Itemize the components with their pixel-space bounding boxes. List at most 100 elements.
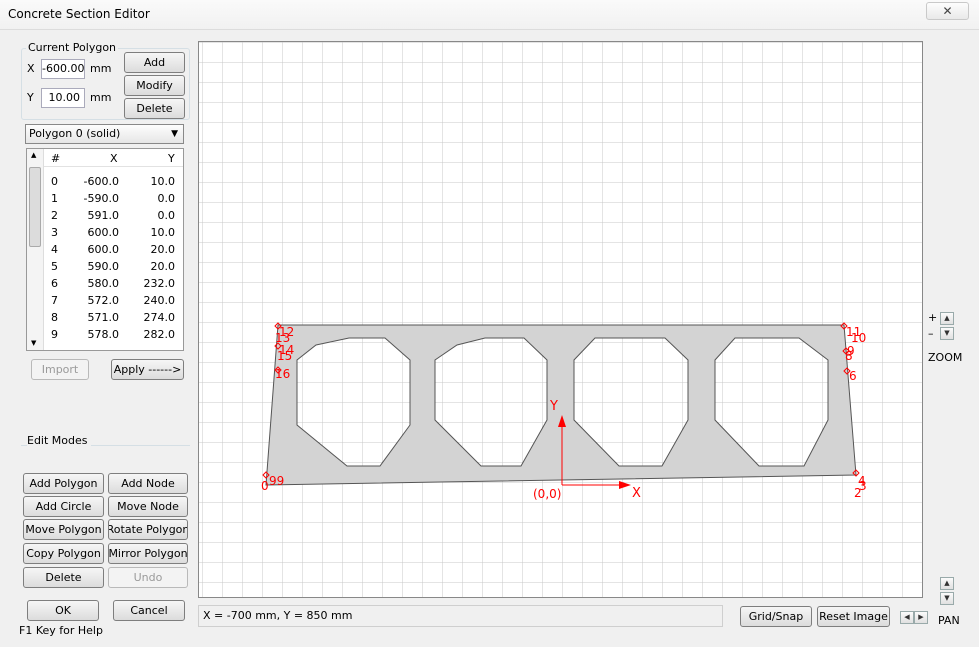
node-table-scrollbar[interactable]: ▲ ▼ xyxy=(27,149,44,350)
node-label: 8 xyxy=(845,349,853,363)
move-node-button[interactable]: Move Node xyxy=(108,496,188,517)
table-row[interactable]: 2 591.0 0.0 xyxy=(44,209,183,226)
table-row[interactable]: 7 572.0 240.0 xyxy=(44,294,183,311)
zoom-minus-label: – xyxy=(928,327,934,340)
row-x: 591.0 xyxy=(87,209,120,222)
add-polygon-button[interactable]: Add Polygon xyxy=(23,473,104,494)
x-axis-label: X xyxy=(632,486,641,501)
node-label: 0 xyxy=(261,479,269,493)
polygon-select[interactable]: Polygon 0 (solid) ▼ xyxy=(25,124,184,144)
arrow-down-icon: ▼ xyxy=(944,329,950,337)
table-row[interactable]: 8 571.0 274.0 xyxy=(44,311,183,328)
zoom-label: ZOOM xyxy=(928,351,963,364)
window-title: Concrete Section Editor xyxy=(8,7,150,21)
row-index: 7 xyxy=(51,294,58,307)
node-label: 99 xyxy=(269,474,284,488)
table-row[interactable]: 4 600.0 20.0 xyxy=(44,243,183,260)
add-node-value-button[interactable]: Add xyxy=(124,52,185,73)
help-hint: F1 Key for Help xyxy=(19,624,103,637)
node-label: 2 xyxy=(854,486,862,500)
section-drawing[interactable]: Y X (0,0) 12 13 14 15 16 0 99 11 10 9 8 … xyxy=(199,42,922,597)
polygon-select-value: Polygon 0 (solid) xyxy=(29,127,121,140)
row-y: 0.0 xyxy=(157,209,176,222)
arrow-left-icon: ◀ xyxy=(904,613,910,621)
row-x: -590.0 xyxy=(83,192,119,205)
header-y: Y xyxy=(168,152,175,165)
add-circle-button[interactable]: Add Circle xyxy=(23,496,104,517)
scrollbar-thumb[interactable] xyxy=(29,167,41,247)
table-row[interactable]: 5 590.0 20.0 xyxy=(44,260,183,277)
row-x: 572.0 xyxy=(87,294,120,307)
row-y: 282.0 xyxy=(143,328,176,341)
node-label: 16 xyxy=(275,367,290,381)
row-index: 5 xyxy=(51,260,58,273)
copy-polygon-button[interactable]: Copy Polygon xyxy=(23,543,104,564)
node-label: 10 xyxy=(851,331,866,345)
node-label: 15 xyxy=(277,349,292,363)
table-row[interactable]: 3 600.0 10.0 xyxy=(44,226,183,243)
row-x: 578.0 xyxy=(87,328,120,341)
row-index: 0 xyxy=(51,175,58,188)
cancel-button[interactable]: Cancel xyxy=(113,600,185,621)
row-x: 571.0 xyxy=(87,311,120,324)
zoom-plus-label: + xyxy=(928,311,938,324)
scroll-up-icon[interactable]: ▲ xyxy=(31,151,36,159)
move-polygon-button[interactable]: Move Polygon xyxy=(23,519,104,540)
y-coordinate-field[interactable]: 10.00 xyxy=(41,88,85,108)
row-y: 10.0 xyxy=(150,226,176,239)
row-y: 0.0 xyxy=(157,192,176,205)
row-y: 10.0 xyxy=(150,175,176,188)
row-y: 240.0 xyxy=(143,294,176,307)
drawing-canvas[interactable]: Y X (0,0) 12 13 14 15 16 0 99 11 10 9 8 … xyxy=(198,41,923,598)
pan-down-button[interactable]: ▼ xyxy=(940,592,954,605)
arrow-up-icon: ▲ xyxy=(944,314,950,322)
undo-button[interactable]: Undo xyxy=(108,567,188,588)
y-label: Y xyxy=(27,91,34,104)
zoom-in-button[interactable]: ▲ xyxy=(940,312,954,325)
scroll-down-icon[interactable]: ▼ xyxy=(31,339,36,347)
import-button[interactable]: Import xyxy=(31,359,89,380)
pan-left-button[interactable]: ◀ xyxy=(900,611,914,624)
modify-node-button[interactable]: Modify xyxy=(124,75,185,96)
grid-snap-button[interactable]: Grid/Snap xyxy=(740,606,812,627)
row-index: 4 xyxy=(51,243,58,256)
table-row[interactable]: 6 580.0 232.0 xyxy=(44,277,183,294)
delete-polygon-button[interactable]: Delete xyxy=(23,567,104,588)
delete-node-button[interactable]: Delete xyxy=(124,98,185,119)
apply-button[interactable]: Apply ------> xyxy=(111,359,184,380)
add-node-button[interactable]: Add Node xyxy=(108,473,188,494)
ok-button[interactable]: OK xyxy=(27,600,99,621)
pan-up-button[interactable]: ▲ xyxy=(940,577,954,590)
arrow-down-icon: ▼ xyxy=(944,594,950,602)
node-label: 6 xyxy=(849,369,857,383)
dropdown-arrow-icon: ▼ xyxy=(171,129,178,139)
rotate-polygon-button[interactable]: Rotate Polygon xyxy=(108,519,188,540)
zoom-out-button[interactable]: ▼ xyxy=(940,327,954,340)
arrow-up-icon: ▲ xyxy=(944,579,950,587)
current-polygon-legend: Current Polygon xyxy=(26,41,119,54)
row-index: 6 xyxy=(51,277,58,290)
row-y: 20.0 xyxy=(150,243,176,256)
close-button[interactable]: ✕ xyxy=(926,2,969,20)
row-x: 600.0 xyxy=(87,243,120,256)
title-bar: Concrete Section Editor ✕ xyxy=(0,0,979,30)
mirror-polygon-button[interactable]: Mirror Polygon xyxy=(108,543,188,564)
pan-label: PAN xyxy=(938,614,960,627)
row-y: 274.0 xyxy=(143,311,176,324)
row-index: 3 xyxy=(51,226,58,239)
reset-image-button[interactable]: Reset Image xyxy=(817,606,890,627)
pan-right-button[interactable]: ▶ xyxy=(914,611,928,624)
table-row[interactable]: 0 -600.0 10.0 xyxy=(44,175,183,192)
node-table-header: # X Y xyxy=(44,149,183,167)
edit-modes-legend: Edit Modes xyxy=(27,434,91,447)
origin-label: (0,0) xyxy=(533,487,561,501)
coordinate-status: X = -700 mm, Y = 850 mm xyxy=(198,605,723,627)
grid-background xyxy=(199,42,922,597)
row-x: 580.0 xyxy=(87,277,120,290)
x-coordinate-field[interactable]: -600.00 xyxy=(41,59,85,79)
row-index: 2 xyxy=(51,209,58,222)
table-row[interactable]: 1 -590.0 0.0 xyxy=(44,192,183,209)
node-table[interactable]: ▲ ▼ # X Y 0 -600.0 10.0 1 -590.0 0.0 2 591.0 0.0… xyxy=(26,148,184,351)
close-icon: ✕ xyxy=(942,4,953,18)
table-row[interactable]: 9 578.0 282.0 xyxy=(44,328,183,345)
